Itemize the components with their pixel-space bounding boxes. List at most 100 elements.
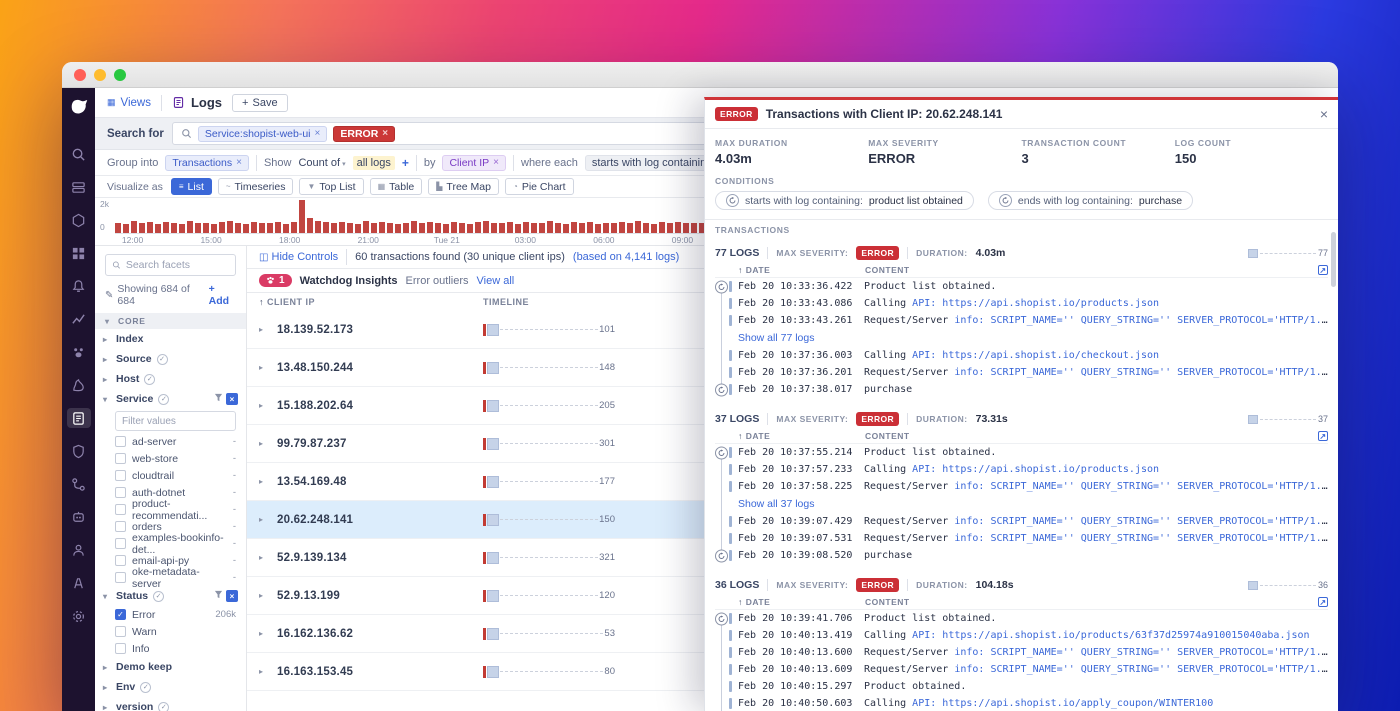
hide-controls-button[interactable]: ◫ Hide Controls — [259, 251, 338, 263]
checkbox[interactable] — [115, 487, 126, 498]
remove-pill-icon[interactable]: × — [493, 157, 499, 168]
viz-tab-pie-chart[interactable]: ◔ Pie Chart — [504, 178, 574, 195]
datadog-logo-icon[interactable] — [68, 96, 90, 118]
facet-value-filter-input[interactable]: Filter values — [115, 411, 236, 431]
clear-facet-filter-icon[interactable]: × — [226, 393, 238, 405]
facet-option-warn[interactable]: Warn — [95, 623, 246, 640]
expand-chevron-icon[interactable]: ▸ — [259, 439, 269, 448]
facet-item-service[interactable]: ▾ Service ✓ × — [95, 389, 246, 409]
expand-chevron-icon[interactable]: ▸ — [259, 629, 269, 638]
log-row[interactable]: Feb 20 10:37:36.003 Calling API: https:/… — [715, 347, 1328, 364]
facet-option-examples-bookinfo-det-[interactable]: examples-bookinfo-det... - — [95, 532, 246, 556]
column-client-ip[interactable]: ↑ CLIENT IP — [259, 297, 483, 307]
facet-option-web-store[interactable]: web-store - — [95, 450, 246, 467]
checkbox[interactable] — [115, 555, 126, 566]
expand-table-icon[interactable]: ↗ — [1318, 265, 1328, 275]
facet-search-box[interactable] — [105, 254, 236, 276]
checkbox[interactable] — [115, 572, 126, 583]
log-row[interactable]: Feb 20 10:39:41.706 Product list obtaine… — [715, 610, 1328, 627]
search-pill-error[interactable]: ERROR × — [333, 125, 396, 142]
edit-icon[interactable]: ✎ — [105, 290, 113, 301]
host-map-icon[interactable] — [67, 210, 91, 230]
checkbox[interactable] — [115, 626, 126, 637]
logs-icon[interactable] — [66, 408, 91, 428]
facet-item-index[interactable]: ▸ Index — [95, 329, 246, 349]
log-row[interactable]: Feb 20 10:37:36.201 Request/Server info:… — [715, 364, 1328, 381]
condition-end-chip[interactable]: ends with log containing: purchase — [987, 191, 1194, 210]
maximize-window-button[interactable] — [114, 68, 126, 81]
remove-pill-icon[interactable]: × — [236, 157, 242, 168]
checkbox[interactable] — [115, 521, 126, 532]
checkbox[interactable] — [115, 453, 126, 464]
column-date[interactable]: ↑ DATE — [738, 431, 865, 441]
expand-chevron-icon[interactable]: ▸ — [259, 401, 269, 410]
column-date[interactable]: ↑ DATE — [738, 597, 865, 607]
search-icon[interactable] — [67, 144, 91, 164]
checkbox[interactable] — [115, 436, 126, 447]
based-on-logs-link[interactable]: (based on 4,141 logs) — [573, 251, 679, 263]
expand-chevron-icon[interactable]: ▸ — [259, 477, 269, 486]
synthetics-icon[interactable] — [67, 507, 91, 527]
infrastructure-icon[interactable] — [67, 177, 91, 197]
facet-item-source[interactable]: ▸ Source ✓ — [95, 349, 246, 369]
add-measure-button[interactable]: + — [402, 156, 409, 170]
facet-option-ad-server[interactable]: ad-server - — [95, 433, 246, 450]
column-date[interactable]: ↑ DATE — [738, 265, 865, 275]
facet-group-core[interactable]: ▾ CORE — [95, 313, 246, 329]
expand-chevron-icon[interactable]: ▸ — [259, 325, 269, 334]
log-row[interactable]: Feb 20 10:40:13.609 Request/Server info:… — [715, 661, 1328, 678]
expand-chevron-icon[interactable]: ▸ — [259, 591, 269, 600]
show-all-logs-link[interactable]: Show all 77 logs — [715, 329, 1328, 347]
facet-item-host[interactable]: ▸ Host ✓ — [95, 369, 246, 389]
log-row[interactable]: Feb 20 10:40:15.297 Product obtained. — [715, 678, 1328, 695]
log-row[interactable]: Feb 20 10:40:13.419 Calling API: https:/… — [715, 627, 1328, 644]
log-row[interactable]: Feb 20 10:37:58.225 Request/Server info:… — [715, 478, 1328, 495]
log-row[interactable]: Feb 20 10:40:50.603 Calling API: https:/… — [715, 695, 1328, 711]
log-row[interactable]: Feb 20 10:37:57.233 Calling API: https:/… — [715, 461, 1328, 478]
condition-start-chip[interactable]: starts with log containing: product list… — [715, 191, 974, 210]
checkbox[interactable] — [115, 504, 126, 515]
by-pill-client-ip[interactable]: Client IP × — [442, 154, 506, 171]
security-icon[interactable] — [67, 441, 91, 461]
facet-item-env[interactable]: ▸ Env ✓ — [95, 677, 246, 697]
checkbox[interactable] — [115, 538, 126, 549]
expand-chevron-icon[interactable]: ▸ — [259, 553, 269, 562]
log-row[interactable]: Feb 20 10:33:43.086 Calling API: https:/… — [715, 295, 1328, 312]
log-row[interactable]: Feb 20 10:39:07.531 Request/Server info:… — [715, 530, 1328, 547]
add-facet-button[interactable]: + Add — [209, 283, 236, 307]
serverless-icon[interactable] — [67, 573, 91, 593]
panel-scrollbar[interactable] — [1331, 232, 1336, 287]
log-row[interactable]: Feb 20 10:37:38.017 purchase — [715, 381, 1328, 398]
show-all-logs-link[interactable]: Show all 37 logs — [715, 495, 1328, 513]
clear-facet-filter-icon[interactable]: × — [226, 590, 238, 602]
rum-icon[interactable] — [67, 540, 91, 560]
expand-table-icon[interactable]: ↗ — [1318, 597, 1328, 607]
checkbox[interactable]: ✓ — [115, 609, 126, 620]
checkbox[interactable] — [115, 643, 126, 654]
settings-icon[interactable] — [67, 606, 91, 626]
column-timeline[interactable]: TIMELINE — [483, 297, 529, 307]
facet-option-info[interactable]: Info — [95, 640, 246, 657]
metrics-icon[interactable] — [67, 309, 91, 329]
measure-dropdown[interactable]: all logs — [352, 155, 395, 170]
apm-icon[interactable] — [67, 375, 91, 395]
dashboards-icon[interactable] — [67, 243, 91, 263]
log-link[interactable]: https://api.shopist.io/products.json — [942, 298, 1159, 309]
remove-pill-icon[interactable]: × — [315, 128, 321, 139]
watchdog-icon[interactable] — [67, 342, 91, 362]
facet-option-product-recommendati-[interactable]: product-recommendati... - — [95, 498, 246, 522]
ci-icon[interactable] — [67, 474, 91, 494]
expand-chevron-icon[interactable]: ▸ — [259, 363, 269, 372]
remove-pill-icon[interactable]: × — [382, 128, 388, 139]
monitors-icon[interactable] — [67, 276, 91, 296]
group-pill-transactions[interactable]: Transactions × — [165, 154, 249, 171]
search-pill-service[interactable]: Service:shopist-web-ui × — [197, 125, 328, 142]
log-link[interactable]: https://api.shopist.io/apply_coupon/WINT… — [942, 698, 1213, 709]
viz-tab-timeseries[interactable]: ~ Timeseries — [217, 178, 294, 195]
close-panel-icon[interactable]: × — [1320, 107, 1328, 121]
views-button[interactable]: ▦ Views — [107, 97, 151, 109]
checkbox[interactable] — [115, 470, 126, 481]
log-row[interactable]: Feb 20 10:33:43.261 Request/Server info:… — [715, 312, 1328, 329]
facet-option-cloudtrail[interactable]: cloudtrail - — [95, 467, 246, 484]
facet-option-oke-metadata-server[interactable]: oke-metadata-server - — [95, 566, 246, 590]
